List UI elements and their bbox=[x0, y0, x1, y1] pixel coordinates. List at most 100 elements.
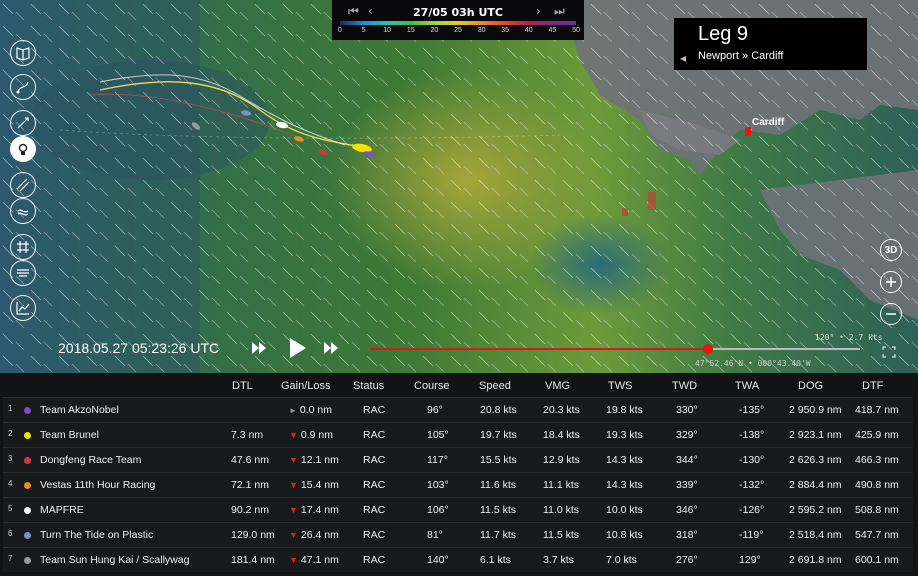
table-row[interactable]: 5 MAPFRE 90.2 nm ▼ 17.4 nm RAC 106° 11.5 kts 11.… bbox=[3, 497, 913, 522]
playback-slider[interactable] bbox=[370, 344, 860, 354]
fullscreen-icon[interactable] bbox=[882, 346, 896, 358]
cell-course: 105° bbox=[427, 429, 449, 441]
camera-icon[interactable] bbox=[10, 136, 36, 162]
fast-forward-icon[interactable] bbox=[324, 342, 338, 354]
cell-course: 106° bbox=[427, 504, 449, 516]
table-row[interactable]: 7 Team Sun Hung Kai / Scallywag 181.4 nm ▼ 4… bbox=[3, 547, 913, 572]
cell-vmg: 11.1 kts bbox=[543, 479, 579, 491]
cell-vmg: 11.0 kts bbox=[543, 504, 579, 516]
header-dtf[interactable]: DTF bbox=[862, 380, 883, 392]
cell-dtf: 425.9 nm bbox=[855, 429, 899, 441]
cell-dtl: 7.3 nm bbox=[231, 429, 264, 441]
book-icon[interactable] bbox=[10, 40, 36, 66]
rank: 3 bbox=[8, 454, 13, 463]
3d-toggle-button[interactable]: 3D bbox=[880, 239, 902, 261]
header-vmg[interactable]: VMG bbox=[545, 380, 570, 392]
header-gain-loss[interactable]: Gain/Loss bbox=[281, 380, 331, 392]
cell-tws: 10.0 kts bbox=[606, 504, 643, 516]
header-status[interactable]: Status bbox=[353, 380, 384, 392]
playback-datetime: 2018.05.27 05:23:26 UTC bbox=[58, 340, 220, 356]
cell-speed: 6.1 kts bbox=[480, 554, 511, 566]
rank: 5 bbox=[8, 504, 13, 513]
gain-loss-value: 47.1 nm bbox=[300, 554, 339, 566]
wind-scale-ticks: 0 5 10 15 20 25 30 35 40 45 50 bbox=[338, 27, 580, 37]
cell-speed: 11.7 kts bbox=[480, 529, 516, 541]
rank: 7 bbox=[8, 554, 13, 563]
cell-status: RAC bbox=[363, 479, 386, 491]
forecast-time-bar: ⏮ ‹ 27/05 03h UTC › ⏭ 0 5 10 15 20 25 30 35 40 45… bbox=[332, 0, 584, 40]
cell-dtf: 466.3 nm bbox=[855, 454, 899, 466]
header-course[interactable]: Course bbox=[414, 380, 449, 392]
header-twd[interactable]: TWD bbox=[672, 380, 697, 392]
minus-icon[interactable] bbox=[880, 303, 902, 325]
cell-gain-loss: ▼ 26.4 nm bbox=[289, 529, 339, 541]
next-icon[interactable]: › bbox=[536, 4, 541, 18]
cell-dog: 2 595.2 nm bbox=[789, 504, 842, 516]
cell-speed: 15.5 kts bbox=[480, 454, 517, 466]
cell-course: 140° bbox=[427, 554, 449, 566]
wind-scale-tick: 40 bbox=[524, 27, 533, 34]
wind-scale-tick: 15 bbox=[406, 27, 415, 34]
route-icon[interactable] bbox=[10, 74, 36, 100]
cell-twa: -126° bbox=[739, 504, 765, 516]
stream-icon[interactable] bbox=[10, 172, 36, 198]
cell-gain-loss: ▼ 47.1 nm bbox=[289, 554, 339, 566]
cell-speed: 19.7 kts bbox=[480, 429, 517, 441]
team-name: Team Sun Hung Kai / Scallywag bbox=[40, 554, 190, 566]
cell-gain-loss: ▼ 0.9 nm bbox=[289, 429, 333, 441]
table-row[interactable]: 2 Team Brunel 7.3 nm ▼ 0.9 nm RAC 105° 19.7 kts… bbox=[3, 422, 913, 447]
playback-controls bbox=[252, 334, 342, 362]
table-row[interactable]: 3 Dongfeng Race Team 47.6 nm ▼ 12.1 nm RAC 117… bbox=[3, 447, 913, 472]
header-twa[interactable]: TWA bbox=[735, 380, 759, 392]
cell-dog: 2 884.4 nm bbox=[789, 479, 842, 491]
cell-dog: 2 691.8 nm bbox=[789, 554, 842, 566]
flag-icon[interactable] bbox=[10, 198, 36, 224]
rewind-icon[interactable] bbox=[252, 342, 266, 354]
header-dog[interactable]: DOG bbox=[798, 380, 823, 392]
header-tws[interactable]: TWS bbox=[608, 380, 632, 392]
forecast-date: 27/05 03h UTC bbox=[413, 6, 503, 19]
table-row[interactable]: 1 Team AkzoNobel ► 0.0 nm RAC 96° 20.8 kts 20.3… bbox=[3, 397, 913, 422]
cell-gain-loss: ▼ 17.4 nm bbox=[289, 504, 339, 516]
header-speed[interactable]: Speed bbox=[479, 380, 511, 392]
cell-dtl: 129.0 nm bbox=[231, 529, 275, 541]
wind-scale-tick: 20 bbox=[430, 27, 439, 34]
cell-gain-loss: ▼ 15.4 nm bbox=[289, 479, 339, 491]
play-icon[interactable] bbox=[290, 338, 306, 358]
team-name: Vestas 11th Hour Racing bbox=[40, 479, 156, 491]
cell-speed: 11.6 kts bbox=[480, 479, 516, 491]
team-name: Team Brunel bbox=[40, 429, 99, 441]
team-color-dot bbox=[24, 457, 31, 464]
down-arrow-icon: ▼ bbox=[289, 555, 298, 565]
team-color-dot bbox=[24, 557, 31, 564]
plus-icon[interactable] bbox=[880, 271, 902, 293]
gain-loss-value: 12.1 nm bbox=[300, 454, 339, 466]
wind-barb-icon[interactable] bbox=[10, 110, 36, 136]
chart-icon[interactable] bbox=[10, 295, 36, 321]
leg-info-panel[interactable]: ◀ Leg 9 Newport » Cardiff bbox=[674, 18, 867, 70]
cell-dog: 2 950.9 nm bbox=[789, 404, 842, 416]
table-row[interactable]: 6 Turn The Tide on Plastic 129.0 nm ▼ 26.4 n… bbox=[3, 522, 913, 547]
header-dtl[interactable]: DTL bbox=[232, 380, 253, 392]
cell-tws: 14.3 kts bbox=[606, 454, 643, 466]
team-name: MAPFRE bbox=[40, 504, 84, 516]
rank: 4 bbox=[8, 479, 13, 488]
down-arrow-icon: ▼ bbox=[289, 430, 298, 440]
wind-scale-tick: 10 bbox=[383, 27, 392, 34]
team-color-dot bbox=[24, 507, 31, 514]
cell-tws: 14.3 kts bbox=[606, 479, 643, 491]
skip-last-icon[interactable]: ⏭ bbox=[554, 4, 565, 19]
cell-vmg: 3.7 kts bbox=[543, 554, 574, 566]
wind-scale-tick: 45 bbox=[548, 27, 557, 34]
wind-scale-tick: 0 bbox=[338, 27, 342, 34]
team-color-dot bbox=[24, 432, 31, 439]
cell-twa: -138° bbox=[739, 429, 765, 441]
race-map[interactable]: Cardiff ⏮ ‹ 27/05 03h UTC › ⏭ 0 5 10 15 20 25… bbox=[0, 0, 918, 373]
grid-icon[interactable] bbox=[10, 234, 36, 260]
cell-gain-loss: ▼ 12.1 nm bbox=[289, 454, 339, 466]
cell-twd: 329° bbox=[676, 429, 698, 441]
cursor-coordinates: 47°52.46'N • 000°43.40'W bbox=[695, 359, 811, 368]
legend-icon[interactable] bbox=[10, 260, 36, 286]
caret-left-icon[interactable]: ◀ bbox=[680, 54, 686, 63]
table-row[interactable]: 4 Vestas 11th Hour Racing 72.1 nm ▼ 15.4 nm R… bbox=[3, 472, 913, 497]
